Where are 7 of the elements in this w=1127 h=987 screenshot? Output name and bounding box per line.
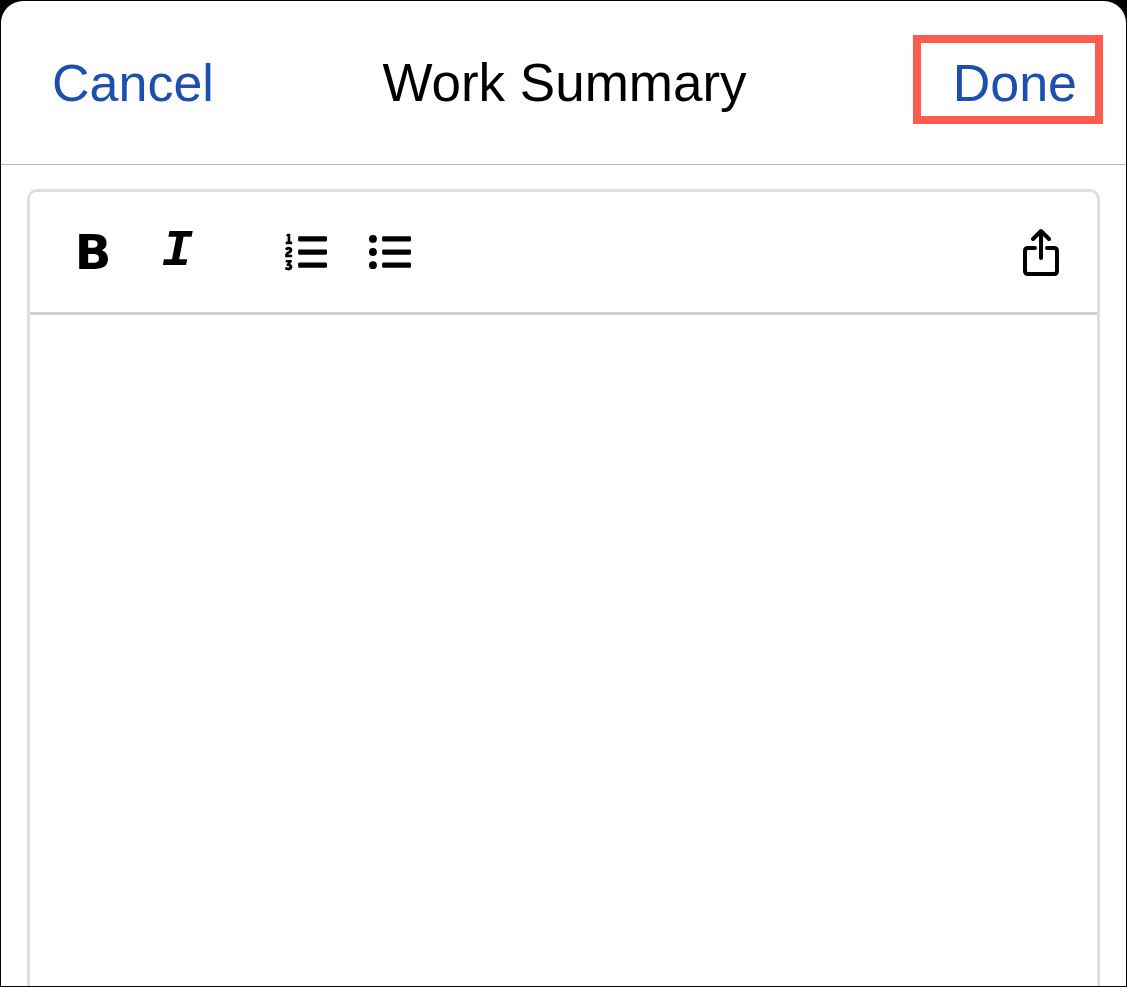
done-button[interactable]: Done bbox=[952, 52, 1077, 113]
numbered-list-icon bbox=[285, 231, 327, 273]
italic-button[interactable]: I bbox=[149, 224, 205, 280]
cancel-button[interactable]: Cancel bbox=[52, 52, 214, 113]
sheet-title: Work Summary bbox=[382, 52, 747, 113]
bold-button[interactable]: B bbox=[65, 224, 121, 280]
share-icon bbox=[1023, 228, 1059, 276]
